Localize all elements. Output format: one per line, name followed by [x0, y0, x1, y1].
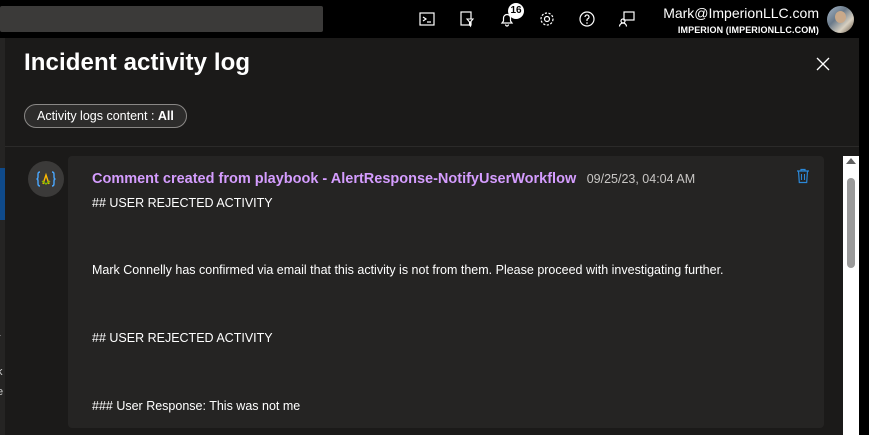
settings-icon[interactable] [535, 7, 559, 31]
notifications-icon[interactable]: 16 [495, 3, 524, 31]
page-title: Incident activity log [24, 49, 251, 76]
comment-line: ### User Response: This was not me [92, 399, 301, 413]
help-icon[interactable] [575, 7, 599, 31]
comment-line: ## USER REJECTED ACTIVITY [92, 196, 273, 210]
activity-entry-card: Comment created from playbook - AlertRes… [68, 156, 824, 428]
account-menu[interactable]: Mark@ImperionLLC.com IMPERION (IMPERIONL… [663, 4, 819, 36]
activity-filter-pill[interactable]: Activity logs content : All [24, 104, 187, 128]
activity-entry-title: Comment created from playbook - AlertRes… [92, 171, 577, 187]
search-input[interactable] [0, 6, 323, 32]
close-icon [816, 57, 830, 71]
activity-entry-timestamp: 09/25/23, 04:04 AM [586, 172, 696, 186]
notification-badge: 16 [508, 3, 524, 19]
background-text: k [0, 366, 3, 378]
trash-icon [797, 168, 809, 184]
background-text: r [0, 332, 1, 344]
playbook-icon [28, 161, 64, 197]
feedback-icon[interactable] [615, 7, 639, 31]
scroll-up-arrow-icon[interactable] [846, 158, 856, 164]
avatar[interactable] [827, 6, 854, 33]
window-edge [859, 38, 869, 435]
account-email: Mark@ImperionLLC.com [663, 5, 819, 21]
incident-activity-log-panel: Incident activity log Activity logs cont… [5, 38, 859, 435]
filter-value: All [157, 109, 174, 123]
filter-label: Activity logs content : [37, 109, 158, 123]
cloud-shell-icon[interactable] [415, 7, 439, 31]
top-bar: 16 Mark@ImperionLLC.com IMPERION (IMPERI… [0, 0, 869, 38]
scrollbar[interactable] [843, 156, 859, 435]
activity-entry-header: Comment created from playbook - AlertRes… [92, 170, 695, 188]
scroll-thumb[interactable] [847, 178, 855, 268]
directory-filter-icon[interactable] [455, 7, 479, 31]
account-org: IMPERION (IMPERIONLLC.COM) [677, 25, 819, 35]
comment-line: ## USER REJECTED ACTIVITY [92, 331, 273, 345]
comment-line: Mark Connelly has confirmed via email th… [92, 263, 724, 277]
delete-button[interactable] [796, 168, 812, 186]
close-button[interactable] [811, 52, 835, 76]
background-text: e [0, 386, 4, 398]
divider [5, 146, 859, 147]
